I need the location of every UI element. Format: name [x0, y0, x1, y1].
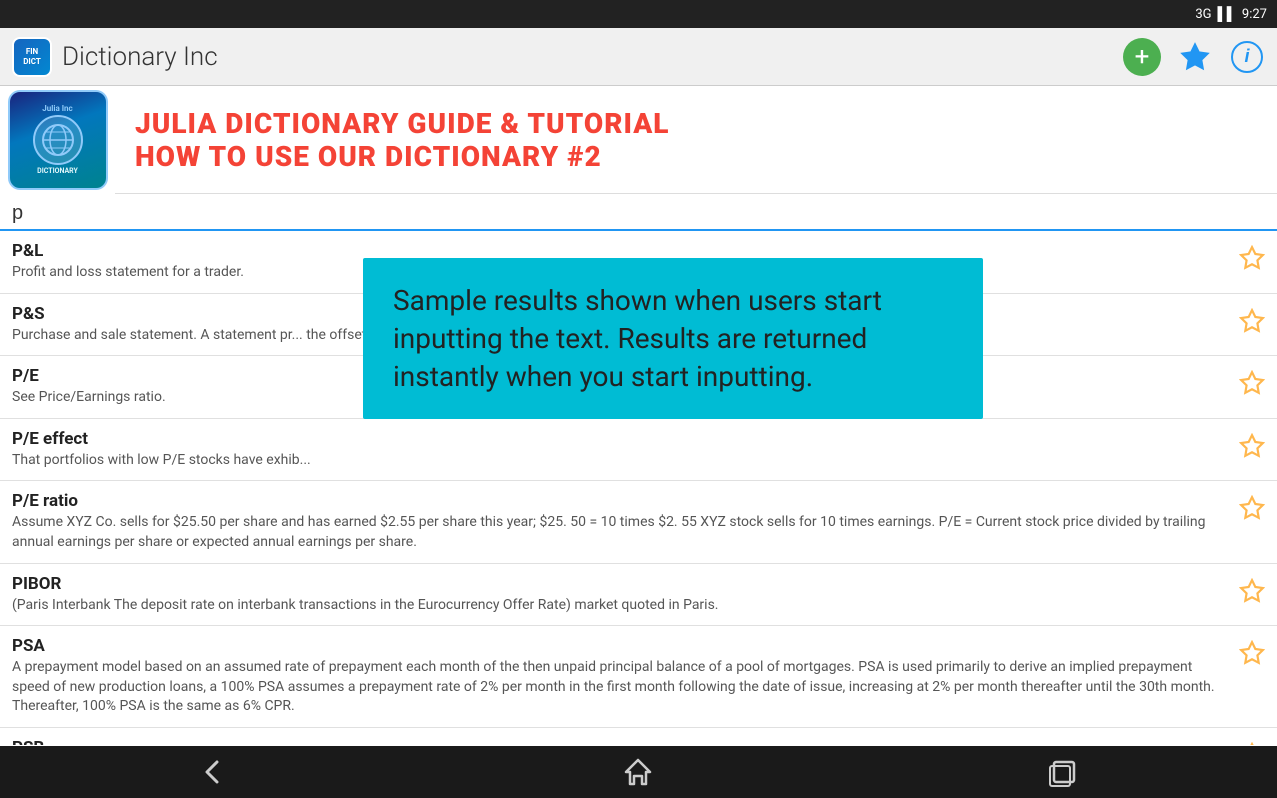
table-row[interactable]: P/E effect That portfolios with low P/E … — [0, 419, 1277, 482]
tutorial-app-icon: Julia Inc DICTIONARY — [0, 86, 115, 194]
entry-favorite-button[interactable] — [1239, 370, 1265, 400]
header-actions: + i — [1123, 38, 1265, 76]
back-icon — [195, 754, 231, 790]
add-button[interactable]: + — [1123, 38, 1161, 76]
status-bar: 3G ▌▌ 9:27 — [0, 0, 1277, 28]
table-row[interactable]: PIBOR (Paris Interbank The deposit rate … — [0, 564, 1277, 627]
entry-favorite-button[interactable] — [1239, 245, 1265, 275]
clock: 9:27 — [1242, 7, 1267, 22]
tooltip-overlay: Sample results shown when users start in… — [363, 258, 983, 419]
entry-definition: A prepayment model based on an assumed r… — [12, 658, 1229, 717]
entry-term: PSA — [12, 636, 1229, 656]
entry-favorite-button[interactable] — [1239, 742, 1265, 745]
star-outline-icon — [1239, 370, 1265, 396]
back-button[interactable] — [195, 754, 231, 790]
star-icon — [1179, 41, 1211, 73]
header: FINDICT Dictionary Inc + i — [0, 28, 1277, 86]
star-outline-icon — [1239, 308, 1265, 334]
entry-favorite-button[interactable] — [1239, 495, 1265, 525]
entry-favorite-button[interactable] — [1239, 640, 1265, 670]
tutorial-line1: JULIA DICTIONARY GUIDE & TUTORIAL — [135, 107, 1257, 140]
recents-icon — [1046, 754, 1082, 790]
entry-favorite-button[interactable] — [1239, 308, 1265, 338]
entry-term: P/E effect — [12, 429, 1229, 449]
home-button[interactable] — [620, 754, 656, 790]
recents-button[interactable] — [1046, 754, 1082, 790]
entry-content: PSA A prepayment model based on an assum… — [12, 636, 1229, 717]
info-button[interactable]: i — [1229, 39, 1265, 75]
entry-term: PIBOR — [12, 574, 1229, 594]
star-outline-icon — [1239, 640, 1265, 666]
star-outline-icon — [1239, 433, 1265, 459]
search-container — [0, 194, 1277, 231]
info-icon: i — [1231, 41, 1263, 73]
tutorial-line2: HOW TO USE OUR DICTIONARY #2 — [135, 140, 1257, 173]
icon-globe — [33, 115, 83, 165]
app-title: Dictionary Inc — [62, 42, 1113, 72]
tutorial-banner: Julia Inc DICTIONARY JULIA DICTIONARY GU… — [0, 86, 1277, 194]
entry-content: PSB — [12, 738, 1229, 745]
tooltip-text: Sample results shown when users start in… — [393, 284, 882, 393]
add-icon: + — [1135, 44, 1150, 70]
entry-favorite-button[interactable] — [1239, 433, 1265, 463]
search-input[interactable] — [12, 198, 1265, 229]
bottom-nav — [0, 746, 1277, 798]
favorites-button[interactable] — [1177, 39, 1213, 75]
icon-top-text: Julia Inc — [42, 104, 72, 113]
status-icons: 3G ▌▌ 9:27 — [1195, 6, 1267, 22]
entry-definition: Assume XYZ Co. sells for $25.50 per shar… — [12, 513, 1229, 552]
star-outline-icon — [1239, 742, 1265, 745]
entry-term: PSB — [12, 738, 1229, 745]
home-icon — [620, 754, 656, 790]
entry-content: P/E ratio Assume XYZ Co. sells for $25.5… — [12, 491, 1229, 552]
star-outline-icon — [1239, 495, 1265, 521]
table-row[interactable]: PSB — [0, 728, 1277, 745]
entry-content: P/E effect That portfolios with low P/E … — [12, 429, 1229, 471]
entry-definition: (Paris Interbank The deposit rate on int… — [12, 596, 1229, 616]
table-row[interactable]: P/E ratio Assume XYZ Co. sells for $25.5… — [0, 481, 1277, 563]
app-icon: FINDICT — [12, 37, 52, 77]
icon-bottom-text: DICTIONARY — [37, 167, 78, 175]
battery-icon: ▌▌ — [1218, 6, 1236, 22]
entry-content: PIBOR (Paris Interbank The deposit rate … — [12, 574, 1229, 616]
star-outline-icon — [1239, 245, 1265, 271]
tutorial-text: JULIA DICTIONARY GUIDE & TUTORIAL HOW TO… — [115, 107, 1277, 173]
entry-definition: That portfolios with low P/E stocks have… — [12, 451, 1229, 471]
star-outline-icon — [1239, 578, 1265, 604]
entry-term: P/E ratio — [12, 491, 1229, 511]
globe-icon — [40, 122, 76, 158]
network-indicator: 3G — [1195, 7, 1211, 22]
entry-favorite-button[interactable] — [1239, 578, 1265, 608]
table-row[interactable]: PSA A prepayment model based on an assum… — [0, 626, 1277, 728]
